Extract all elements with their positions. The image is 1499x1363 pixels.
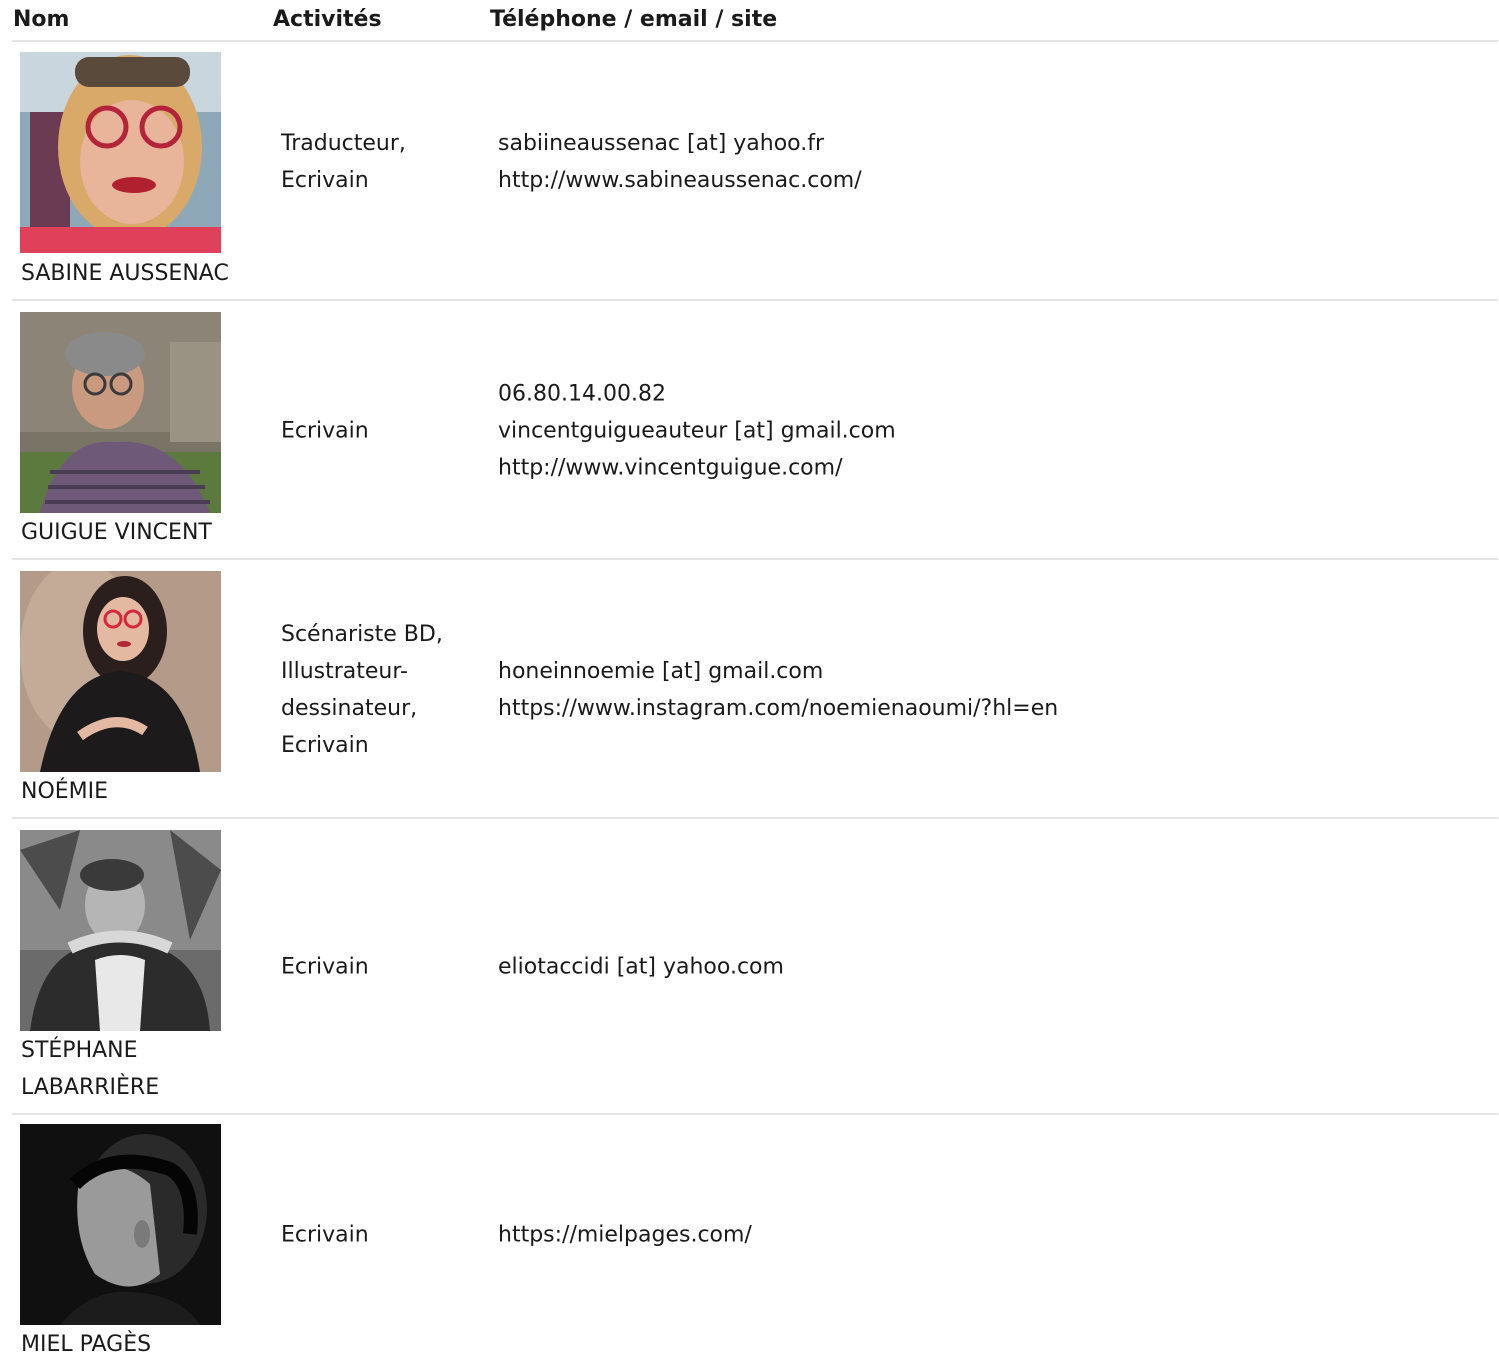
table-row: Scénariste BD, Illustrateur- dessinateur… (12, 560, 1498, 819)
table-row: Traducteur, Ecrivain sabiineaussenac [at… (12, 42, 1498, 301)
contact-website[interactable]: https://mielpages.com/ (498, 1217, 752, 1254)
table-row: Ecrivain 06.80.14.00.82 vincentguigueaut… (12, 301, 1498, 560)
contacts-table: Nom Activités Téléphone / email / site T… (12, 0, 1498, 1360)
activities-cell: Scénariste BD, Illustrateur- dessinateur… (281, 622, 443, 758)
contact-cell: honeinnoemie [at] gmail.com https://www.… (498, 653, 1058, 727)
activities-cell: Ecrivain (281, 1222, 369, 1248)
activities-cell: Ecrivain (281, 418, 369, 444)
header-activities: Activités (273, 7, 382, 32)
header-name: Nom (13, 7, 70, 32)
activities-cell: Traducteur, Ecrivain (281, 131, 406, 193)
contact-phone: 06.80.14.00.82 (498, 381, 666, 407)
person-photo[interactable] (20, 571, 221, 772)
person-photo[interactable] (20, 830, 221, 1031)
contact-website[interactable]: http://www.sabineaussenac.com/ (498, 162, 862, 199)
person-name: STÉPHANE LABARRIÈRE (21, 1038, 160, 1100)
table-header: Nom Activités Téléphone / email / site (12, 0, 1498, 42)
contact-email[interactable]: sabiineaussenac [at] yahoo.fr (498, 125, 862, 162)
person-name: GUIGUE VINCENT (21, 520, 212, 545)
contact-email[interactable]: honeinnoemie [at] gmail.com (498, 653, 1058, 690)
contact-website[interactable]: http://www.vincentguigue.com/ (498, 450, 896, 487)
person-photo[interactable] (20, 312, 221, 513)
person-photo[interactable] (20, 1124, 221, 1325)
contact-email[interactable]: vincentguigueauteur [at] gmail.com (498, 413, 896, 450)
contact-website[interactable]: https://www.instagram.com/noemienaoumi/?… (498, 690, 1058, 727)
person-name: SABINE AUSSENAC (21, 261, 229, 286)
table-row: Ecrivain https://mielpages.com/ MIEL PAG… (12, 1115, 1498, 1360)
person-name: NOÉMIE (21, 779, 109, 804)
table-row: Ecrivain eliotaccidi [at] yahoo.com STÉP… (12, 819, 1498, 1115)
header-contact: Téléphone / email / site (490, 7, 778, 32)
contact-cell: https://mielpages.com/ (498, 1217, 752, 1254)
activities-cell: Ecrivain (281, 954, 369, 980)
contact-cell: eliotaccidi [at] yahoo.com (498, 949, 784, 986)
person-photo[interactable] (20, 52, 221, 253)
person-name: MIEL PAGÈS (21, 1332, 152, 1357)
contact-cell: 06.80.14.00.82 vincentguigueauteur [at] … (498, 376, 896, 487)
contact-cell: sabiineaussenac [at] yahoo.fr http://www… (498, 125, 862, 199)
contact-email[interactable]: eliotaccidi [at] yahoo.com (498, 949, 784, 986)
